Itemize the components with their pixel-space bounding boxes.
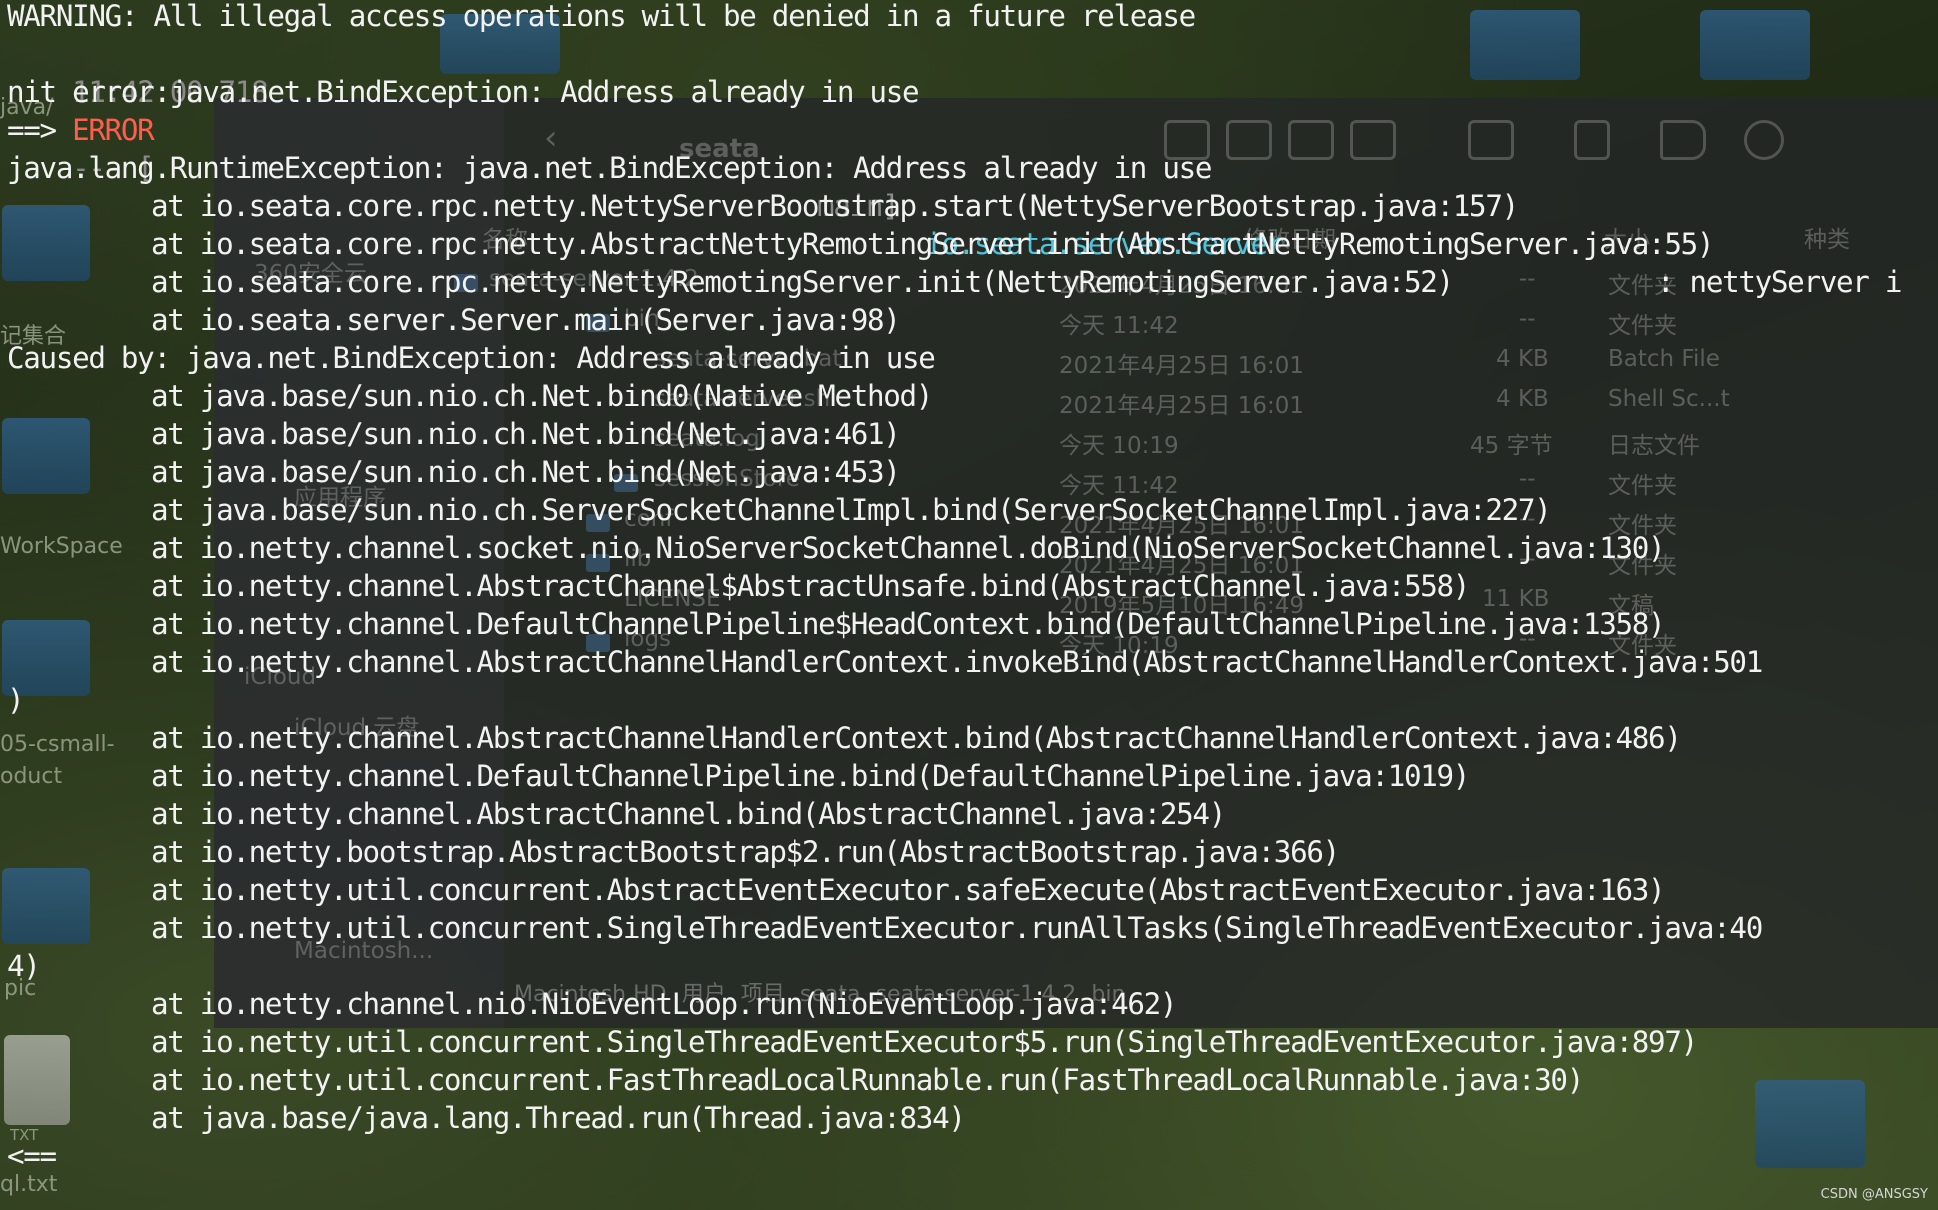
stack-frame: at io.netty.channel.socket.nio.NioServer… xyxy=(151,531,1666,565)
log-level: ERROR xyxy=(72,113,155,147)
stack-frame: at io.seata.server.Server.main(Server.ja… xyxy=(151,303,901,337)
stack-frame: at java.base/sun.nio.ch.Net.bind(Net.jav… xyxy=(151,417,901,451)
stack-frame: at java.base/sun.nio.ch.ServerSocketChan… xyxy=(151,493,1552,527)
log-line: 11:42:00.718 ERROR --- [ main] io.seata.… xyxy=(7,35,1931,299)
stack-end-marker: <== xyxy=(7,1139,57,1173)
stack-frame: at io.seata.core.rpc.netty.NettyRemoting… xyxy=(151,265,1454,299)
stack-frame-wrap: ) xyxy=(7,683,25,717)
exception-line: java.lang.RuntimeException: java.net.Bin… xyxy=(7,151,1212,185)
log-message: : nettyServer i xyxy=(1657,265,1902,299)
stack-frame: at io.netty.util.concurrent.SingleThread… xyxy=(151,911,1763,945)
stack-frame: at io.netty.channel.AbstractChannelHandl… xyxy=(151,721,1682,755)
stack-frame-wrap: 4) xyxy=(7,949,41,983)
stack-frame: at io.netty.channel.nio.NioEventLoop.run… xyxy=(151,987,1177,1021)
error-line: nit error:java.net.BindException: Addres… xyxy=(7,75,920,109)
terminal-output[interactable]: WARNING: All illegal access operations w… xyxy=(0,0,1938,1210)
stack-frame: at java.base/sun.nio.ch.Net.bind0(Native… xyxy=(151,379,933,413)
warning-line: WARNING: All illegal access operations w… xyxy=(7,0,1196,33)
stack-frame: at io.netty.channel.AbstractChannelHandl… xyxy=(151,645,1763,679)
stack-marker: ==> xyxy=(7,113,57,147)
caused-by-line: Caused by: java.net.BindException: Addre… xyxy=(7,341,936,375)
stack-frame: at io.netty.util.concurrent.FastThreadLo… xyxy=(151,1063,1584,1097)
stack-frame: at io.netty.util.concurrent.AbstractEven… xyxy=(151,873,1666,907)
stack-frame: at io.netty.channel.AbstractChannel.bind… xyxy=(151,797,1226,831)
stack-frame: at io.netty.channel.DefaultChannelPipeli… xyxy=(151,759,1470,793)
stack-frame: at java.base/java.lang.Thread.run(Thread… xyxy=(151,1101,966,1135)
stack-frame: at io.netty.channel.DefaultChannelPipeli… xyxy=(151,607,1666,641)
stack-frame: at io.seata.core.rpc.netty.AbstractNetty… xyxy=(151,227,1714,261)
stack-frame: at java.base/sun.nio.ch.Net.bind(Net.jav… xyxy=(151,455,901,489)
watermark: CSDN @ANSGSY xyxy=(1820,1187,1928,1202)
stack-frame: at io.seata.core.rpc.netty.NettyServerBo… xyxy=(151,189,1519,223)
stack-frame: at io.netty.channel.AbstractChannel$Abst… xyxy=(151,569,1470,603)
stack-frame: at io.netty.bootstrap.AbstractBootstrap$… xyxy=(151,835,1340,869)
stack-frame: at io.netty.util.concurrent.SingleThread… xyxy=(151,1025,1698,1059)
